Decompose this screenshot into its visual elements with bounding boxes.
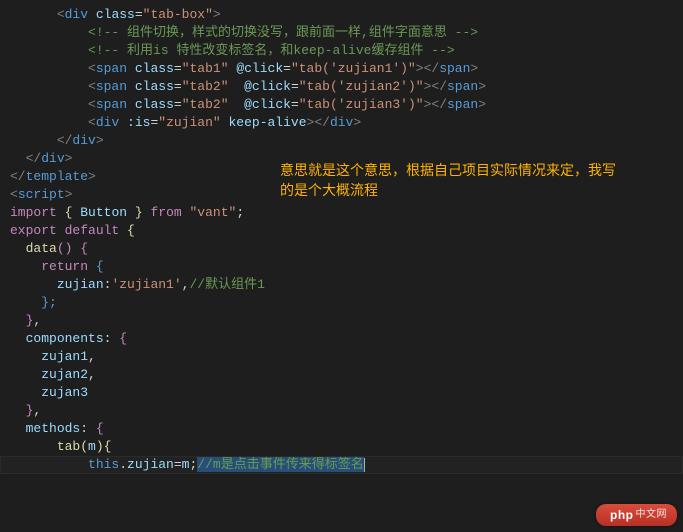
code-line[interactable]: import { Button } from "vant"; [0, 204, 683, 222]
code-line-active[interactable]: this.zujian=m;//m是点击事件传来得标签名 [0, 456, 683, 474]
watermark-text: php [610, 506, 634, 524]
watermark-cn: 中文网 [636, 506, 668, 524]
code-line[interactable]: tab(m){ [0, 438, 683, 456]
text-cursor [364, 458, 365, 472]
code-line[interactable]: <span class="tab1" @click="tab('zujian1'… [0, 60, 683, 78]
code-line[interactable]: <span class="tab2" @click="tab('zujian3'… [0, 96, 683, 114]
code-line[interactable]: <div :is="zujian" keep-alive></div> [0, 114, 683, 132]
code-line[interactable]: zujan3 [0, 384, 683, 402]
code-line[interactable]: </template> [0, 168, 683, 186]
code-line[interactable]: }; [0, 294, 683, 312]
code-line[interactable]: data() { [0, 240, 683, 258]
code-line[interactable]: <!-- 组件切换，样式的切换没写，跟前面一样,组件字面意思 --> [0, 24, 683, 42]
code-line[interactable]: <!-- 利用is 特性改变标签名，和keep-alive缓存组件 --> [0, 42, 683, 60]
code-line[interactable]: zujan1, [0, 348, 683, 366]
code-line[interactable]: }, [0, 402, 683, 420]
code-line[interactable]: methods: { [0, 420, 683, 438]
watermark-badge: php中文网 [596, 504, 677, 526]
code-line[interactable]: return { [0, 258, 683, 276]
code-line[interactable]: </div> [0, 150, 683, 168]
code-line[interactable]: zujian:'zujian1',//默认组件1 [0, 276, 683, 294]
code-editor[interactable]: 意思就是这个意思，根据自己项目实际情况来定，我写 的是个大概流程 <div cl… [0, 0, 683, 532]
code-line[interactable]: <span class="tab2" @click="tab('zujian2'… [0, 78, 683, 96]
code-line[interactable]: }, [0, 312, 683, 330]
code-line[interactable]: <script> [0, 186, 683, 204]
code-line[interactable]: components: { [0, 330, 683, 348]
code-line[interactable]: zujan2, [0, 366, 683, 384]
code-line[interactable]: export default { [0, 222, 683, 240]
code-line[interactable]: </div> [0, 132, 683, 150]
code-line[interactable]: <div class="tab-box"> [0, 6, 683, 24]
